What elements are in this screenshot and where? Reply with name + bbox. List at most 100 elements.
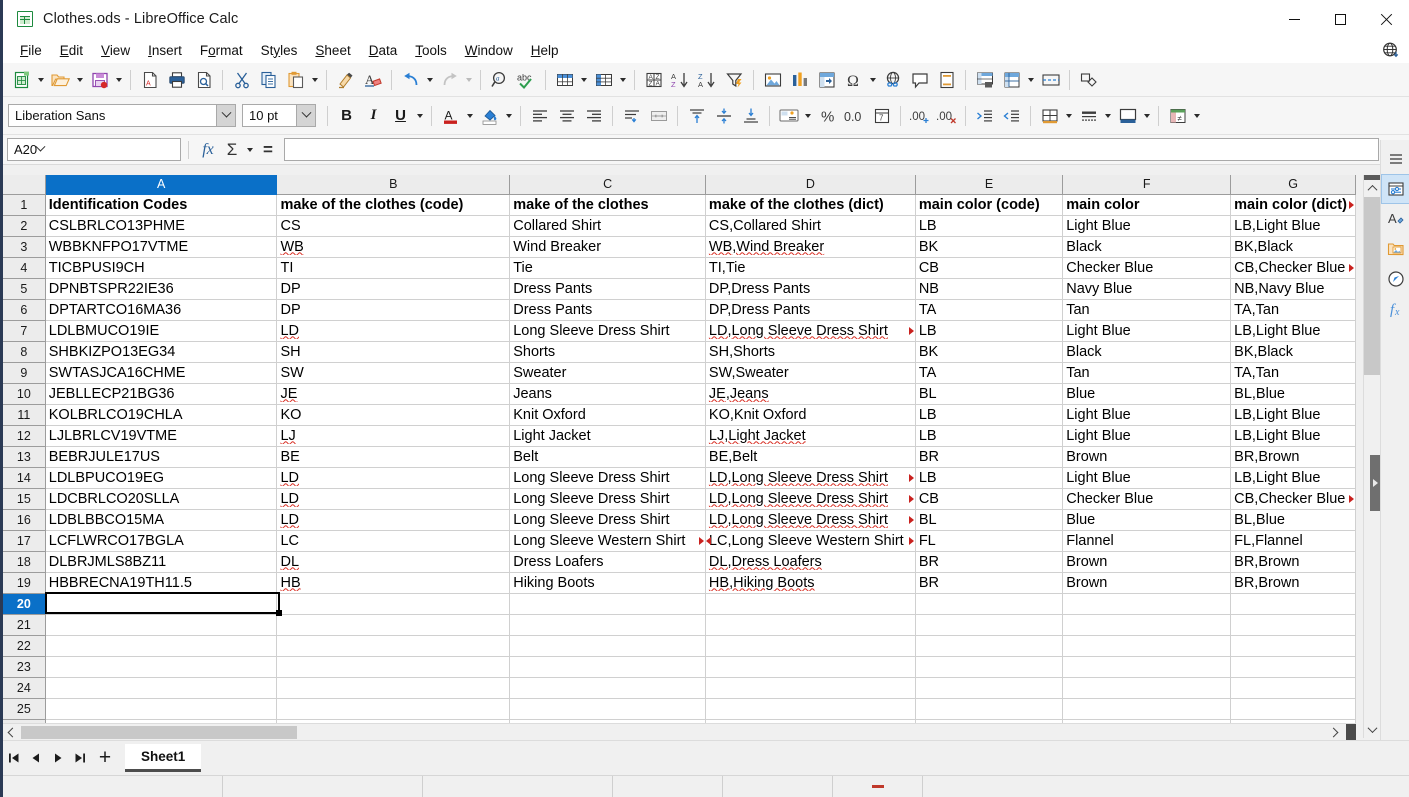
pivot-table-icon[interactable] bbox=[813, 67, 840, 93]
cell-A5[interactable]: DPNBTSPR22IE36 bbox=[45, 278, 278, 300]
format-number-dropdown[interactable] bbox=[802, 103, 814, 129]
cell-F7[interactable]: Light Blue bbox=[1062, 320, 1232, 342]
cell-G7[interactable]: LB,Light Blue bbox=[1230, 320, 1356, 342]
open-file-dropdown[interactable] bbox=[74, 67, 86, 93]
format-as-number-icon[interactable] bbox=[775, 103, 802, 129]
cell-D10[interactable]: JE,Jeans bbox=[704, 383, 916, 405]
cell-G6[interactable]: TA,Tan bbox=[1230, 299, 1356, 321]
cell-G20[interactable] bbox=[1230, 593, 1356, 615]
cell-C6[interactable]: Dress Pants bbox=[509, 299, 706, 321]
redo-dropdown[interactable] bbox=[463, 67, 475, 93]
name-box-dropdown-arrow[interactable] bbox=[35, 141, 46, 153]
cell-E6[interactable]: TA bbox=[915, 299, 1064, 321]
scroll-left-icon[interactable] bbox=[3, 724, 21, 741]
cell-A6[interactable]: DPTARTCO16MA36 bbox=[45, 299, 278, 321]
paste-icon[interactable] bbox=[282, 67, 309, 93]
row-header-14[interactable]: 14 bbox=[3, 467, 46, 489]
cell-G12[interactable]: LB,Light Blue bbox=[1230, 425, 1356, 447]
sidebar-show-handle[interactable] bbox=[1370, 455, 1380, 511]
cell-C14[interactable]: Long Sleeve Dress Shirt bbox=[509, 467, 706, 489]
cell-E10[interactable]: BL bbox=[915, 383, 1064, 405]
borders-icon[interactable] bbox=[1036, 103, 1063, 129]
horizontal-scroll-thumb[interactable] bbox=[21, 725, 297, 739]
insert-hyperlink-icon[interactable] bbox=[879, 67, 906, 93]
cell-F15[interactable]: Checker Blue bbox=[1062, 488, 1232, 510]
align-bottom-icon[interactable] bbox=[737, 103, 764, 129]
row-header-1[interactable]: 1 bbox=[3, 194, 46, 216]
row-header-5[interactable]: 5 bbox=[3, 278, 46, 300]
cell-A18[interactable]: DLBRJMLS8BZ11 bbox=[45, 551, 278, 573]
cell-F13[interactable]: Brown bbox=[1062, 446, 1232, 468]
spreadsheet-grid[interactable]: A B C D E F G 1 Identification Codes make … bbox=[3, 175, 1356, 738]
cell-F24[interactable] bbox=[1062, 677, 1232, 699]
find-replace-icon[interactable]: a bbox=[486, 67, 513, 93]
cell-B20[interactable] bbox=[276, 593, 511, 615]
align-center-vertical-icon[interactable] bbox=[710, 103, 737, 129]
cell-D3[interactable]: WB,Wind Breaker bbox=[704, 236, 916, 258]
cell-E7[interactable]: LB bbox=[915, 320, 1064, 342]
cell-G17[interactable]: FL,Flannel bbox=[1230, 530, 1356, 552]
cell-G22[interactable] bbox=[1230, 635, 1356, 657]
cell-A1[interactable]: Identification Codes bbox=[45, 194, 278, 216]
row-header-11[interactable]: 11 bbox=[3, 404, 46, 426]
sigma-dropdown[interactable] bbox=[244, 137, 256, 163]
cell-C8[interactable]: Shorts bbox=[509, 341, 706, 363]
cell-G14[interactable]: LB,Light Blue bbox=[1230, 467, 1356, 489]
bold-button[interactable]: B bbox=[333, 103, 360, 129]
globe-download-icon[interactable] bbox=[1381, 41, 1401, 61]
cell-E15[interactable]: CB bbox=[915, 488, 1064, 510]
show-draw-functions-icon[interactable] bbox=[1075, 67, 1102, 93]
cell-D14[interactable]: LD,Long Sleeve Dress Shirt bbox=[704, 467, 916, 489]
cell-D4[interactable]: TI,Tie bbox=[704, 257, 916, 279]
freeze-rows-columns-icon[interactable] bbox=[971, 67, 998, 93]
cell-B9[interactable]: SW bbox=[276, 362, 511, 384]
cell-G13[interactable]: BR,Brown bbox=[1230, 446, 1356, 468]
new-document-dropdown[interactable] bbox=[35, 67, 47, 93]
maximize-button[interactable] bbox=[1317, 0, 1363, 38]
row-header-12[interactable]: 12 bbox=[3, 425, 46, 447]
cell-E4[interactable]: CB bbox=[915, 257, 1064, 279]
row-icon[interactable] bbox=[551, 67, 578, 93]
insert-image-icon[interactable] bbox=[759, 67, 786, 93]
redo-icon[interactable] bbox=[436, 67, 463, 93]
last-sheet-button[interactable] bbox=[69, 745, 91, 771]
border-color-icon[interactable] bbox=[1114, 103, 1141, 129]
row-header-24[interactable]: 24 bbox=[3, 677, 46, 699]
save-dropdown[interactable] bbox=[113, 67, 125, 93]
cell-E13[interactable]: BR bbox=[915, 446, 1064, 468]
sort-icon[interactable]: A Z Z A bbox=[640, 67, 667, 93]
row-header-15[interactable]: 15 bbox=[3, 488, 46, 510]
cell-A16[interactable]: LDBLBBCO15MA bbox=[45, 509, 278, 531]
cell-F19[interactable]: Brown bbox=[1062, 572, 1232, 594]
cell-F22[interactable] bbox=[1062, 635, 1232, 657]
cell-E21[interactable] bbox=[915, 614, 1064, 636]
row-header-3[interactable]: 3 bbox=[3, 236, 46, 258]
cell-A3[interactable]: WBBKNFPO17VTME bbox=[45, 236, 278, 258]
cell-A11[interactable]: KOLBRLCO19CHLA bbox=[45, 404, 278, 426]
add-sheet-button[interactable]: + bbox=[91, 745, 119, 771]
increase-indent-icon[interactable] bbox=[971, 103, 998, 129]
italic-button[interactable]: I bbox=[360, 103, 387, 129]
cell-D7[interactable]: LD,Long Sleeve Dress Shirt bbox=[704, 320, 916, 342]
row-header-10[interactable]: 10 bbox=[3, 383, 46, 405]
cell-D15[interactable]: LD,Long Sleeve Dress Shirt bbox=[704, 488, 916, 510]
cell-E11[interactable]: LB bbox=[915, 404, 1064, 426]
fx-icon[interactable]: fx bbox=[196, 138, 220, 162]
format-as-currency-icon[interactable]: 0.0 bbox=[841, 103, 868, 129]
align-center-icon[interactable] bbox=[553, 103, 580, 129]
menu-data[interactable]: Data bbox=[360, 40, 407, 62]
cell-C1[interactable]: make of the clothes bbox=[509, 194, 706, 216]
cell-C11[interactable]: Knit Oxford bbox=[509, 404, 706, 426]
row-header-23[interactable]: 23 bbox=[3, 656, 46, 678]
cell-D19[interactable]: HB,Hiking Boots bbox=[704, 572, 916, 594]
cell-F25[interactable] bbox=[1062, 698, 1232, 720]
cell-B17[interactable]: LC bbox=[276, 530, 511, 552]
paste-dropdown[interactable] bbox=[309, 67, 321, 93]
cell-B19[interactable]: HB bbox=[276, 572, 511, 594]
cell-D1[interactable]: make of the clothes (dict) bbox=[704, 194, 916, 216]
menu-window[interactable]: Window bbox=[456, 40, 522, 62]
name-box[interactable]: A20 bbox=[7, 138, 181, 161]
cell-G11[interactable]: LB,Light Blue bbox=[1230, 404, 1356, 426]
cell-D24[interactable] bbox=[704, 677, 916, 699]
cell-A12[interactable]: LJLBRLCV19VTME bbox=[45, 425, 278, 447]
